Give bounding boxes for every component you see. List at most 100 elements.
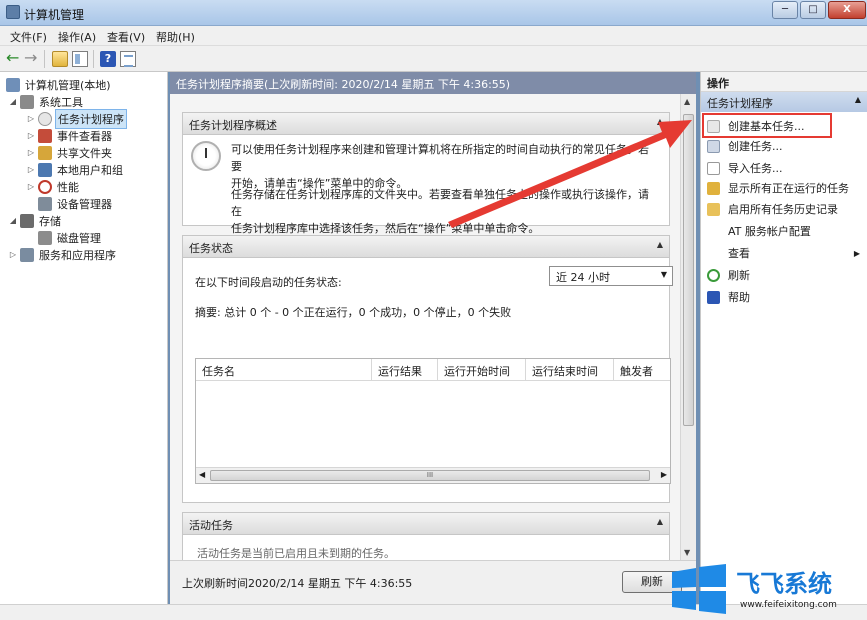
collapse-triangle-icon[interactable]: ◢	[8, 97, 18, 106]
toolbar-separator	[44, 50, 45, 68]
expand-triangle-icon[interactable]: ▷	[26, 182, 36, 191]
expand-triangle-icon[interactable]: ▷	[8, 250, 18, 259]
active-tasks-description: 活动任务是当前已启用且未到期的任务。	[197, 547, 395, 560]
tree-item-disk-management[interactable]: 磁盘管理	[36, 229, 103, 246]
forward-arrow-icon[interactable]: →	[24, 50, 40, 67]
actions-section-header[interactable]: 任务计划程序 ▲	[701, 92, 867, 112]
tree-item-label: 性能	[57, 180, 79, 194]
expand-triangle-icon[interactable]: ▷	[26, 114, 36, 123]
task-status-table: 任务名 运行结果 运行开始时间 运行结束时间 触发者 ◀ III ▶	[195, 358, 671, 484]
collapse-triangle-icon[interactable]: ◢	[8, 216, 18, 225]
help-icon	[707, 290, 720, 304]
action-show-running-tasks[interactable]: 显示所有正在运行的任务	[701, 178, 867, 198]
refresh-icon	[707, 268, 720, 282]
properties-icon[interactable]	[120, 51, 136, 67]
up-folder-icon[interactable]	[52, 51, 68, 67]
import-task-icon	[707, 161, 720, 175]
expand-triangle-icon[interactable]: ▷	[26, 165, 36, 174]
tree-item-local-users[interactable]: ▷ 本地用户和组	[26, 161, 125, 178]
history-folder-icon	[707, 202, 720, 216]
tree-item-event-viewer[interactable]: ▷ 事件查看器	[26, 127, 114, 144]
tree-item-shared-folders[interactable]: ▷ 共享文件夹	[26, 144, 114, 161]
column-header-run-end[interactable]: 运行结束时间	[526, 359, 614, 381]
status-summary: 摘要: 总计 0 个 - 0 个正在运行，0 个成功，0 个停止，0 个失败	[195, 306, 512, 319]
period-label: 在以下时间段启动的任务状态:	[195, 276, 342, 289]
action-view[interactable]: 查看 ▶	[701, 243, 867, 263]
column-header-triggered-by[interactable]: 触发者	[614, 359, 670, 381]
tree-item-label: 本地用户和组	[57, 163, 123, 177]
action-import-task[interactable]: 导入任务...	[701, 158, 867, 178]
scroll-right-icon[interactable]: ▶	[661, 470, 667, 479]
column-header-run-start[interactable]: 运行开始时间	[438, 359, 526, 381]
disk-icon	[38, 230, 52, 245]
navigation-tree: 计算机管理(本地) ◢ 系统工具 ▷ 任务计划程序 ▷ 事件查看器 ▷ 共享文件…	[0, 72, 168, 604]
tree-item-label: 存储	[39, 214, 61, 228]
watermark-title: 飞飞系统	[736, 570, 832, 598]
close-button[interactable]: X	[828, 1, 866, 19]
tree-item-task-scheduler[interactable]: ▷ 任务计划程序	[26, 108, 127, 129]
task-scheduler-clock-icon	[191, 141, 221, 171]
period-dropdown[interactable]: 近 24 小时 ▼	[549, 266, 673, 286]
horizontal-scrollbar[interactable]: ◀ III ▶	[196, 467, 670, 483]
action-label: 刷新	[728, 269, 750, 282]
active-tasks-section-header[interactable]: 活动任务 ▲	[183, 513, 669, 535]
action-label: 创建任务...	[728, 140, 783, 153]
clock-icon	[38, 111, 52, 126]
column-header-run-result[interactable]: 运行结果	[372, 359, 438, 381]
action-label: 帮助	[728, 291, 750, 304]
tree-item-services-apps[interactable]: ▷ 服务和应用程序	[8, 246, 118, 263]
performance-icon	[38, 179, 52, 194]
column-header-task-name[interactable]: 任务名	[196, 359, 372, 381]
back-arrow-icon[interactable]: ←	[6, 50, 22, 67]
event-viewer-icon	[38, 128, 52, 143]
action-label: 显示所有正在运行的任务	[728, 182, 849, 195]
tools-icon	[20, 94, 34, 109]
task-status-section-header[interactable]: 任务状态 ▲	[183, 236, 669, 258]
blank-icon	[707, 225, 720, 238]
tree-item-system-tools[interactable]: ◢ 系统工具	[8, 93, 85, 110]
show-hide-tree-icon[interactable]	[72, 51, 88, 67]
period-dropdown-value: 近 24 小时	[556, 271, 610, 284]
maximize-button[interactable]: □	[800, 1, 826, 19]
menu-action[interactable]: 操作(A)	[58, 29, 96, 45]
action-help[interactable]: 帮助	[701, 287, 867, 307]
menu-help[interactable]: 帮助(H)	[156, 29, 195, 45]
overview-section-title: 任务计划程序概述	[189, 119, 277, 132]
collapse-up-icon[interactable]: ▲	[657, 240, 663, 249]
running-tasks-icon	[707, 181, 720, 195]
tree-item-label: 设备管理器	[57, 197, 112, 211]
expand-triangle-icon[interactable]: ▷	[26, 131, 36, 140]
menu-view[interactable]: 查看(V)	[107, 29, 145, 45]
action-enable-history[interactable]: 启用所有任务历史记录	[701, 199, 867, 219]
submenu-arrow-icon: ▶	[853, 248, 860, 258]
action-create-task[interactable]: 创建任务...	[701, 136, 867, 156]
dropdown-arrow-icon: ▼	[660, 270, 667, 279]
tree-item-storage[interactable]: ◢ 存储	[8, 212, 63, 229]
tree-item-device-manager[interactable]: 设备管理器	[36, 195, 114, 212]
active-tasks-section-title: 活动任务	[189, 519, 233, 532]
summary-header: 任务计划程序摘要(上次刷新时间: 2020/2/14 星期五 下午 4:36:5…	[170, 72, 696, 94]
window-title: 计算机管理	[24, 8, 85, 22]
annotation-highlight-box	[702, 113, 832, 138]
menu-file[interactable]: 文件(F)	[10, 29, 47, 45]
task-status-section: 任务状态 ▲ 在以下时间段启动的任务状态: 近 24 小时 ▼ 摘要: 总计 0…	[182, 235, 673, 503]
actions-header: 操作	[701, 72, 867, 92]
tree-item-performance[interactable]: ▷ 性能	[26, 178, 81, 195]
storage-icon	[20, 213, 34, 228]
expand-triangle-icon[interactable]: ▷	[26, 148, 36, 157]
scroll-left-icon[interactable]: ◀	[199, 470, 205, 479]
collapse-up-icon[interactable]: ▲	[855, 95, 861, 104]
collapse-up-icon[interactable]: ▲	[657, 517, 663, 526]
action-at-service-account[interactable]: AT 服务帐户配置	[701, 221, 867, 241]
computer-management-icon	[6, 5, 20, 19]
scrollbar-thumb[interactable]: III	[210, 470, 650, 481]
help-icon[interactable]: ?	[100, 51, 116, 67]
scroll-up-icon[interactable]: ▲	[684, 97, 690, 106]
site-watermark: 飞飞系统 www.feifeixitong.com	[670, 558, 867, 620]
scroll-down-icon[interactable]: ▼	[684, 548, 690, 557]
services-icon	[20, 247, 34, 262]
minimize-button[interactable]: ─	[772, 1, 798, 19]
action-refresh[interactable]: 刷新	[701, 265, 867, 285]
tree-item-computer-management[interactable]: 计算机管理(本地)	[4, 76, 113, 93]
action-label: AT 服务帐户配置	[728, 225, 811, 238]
